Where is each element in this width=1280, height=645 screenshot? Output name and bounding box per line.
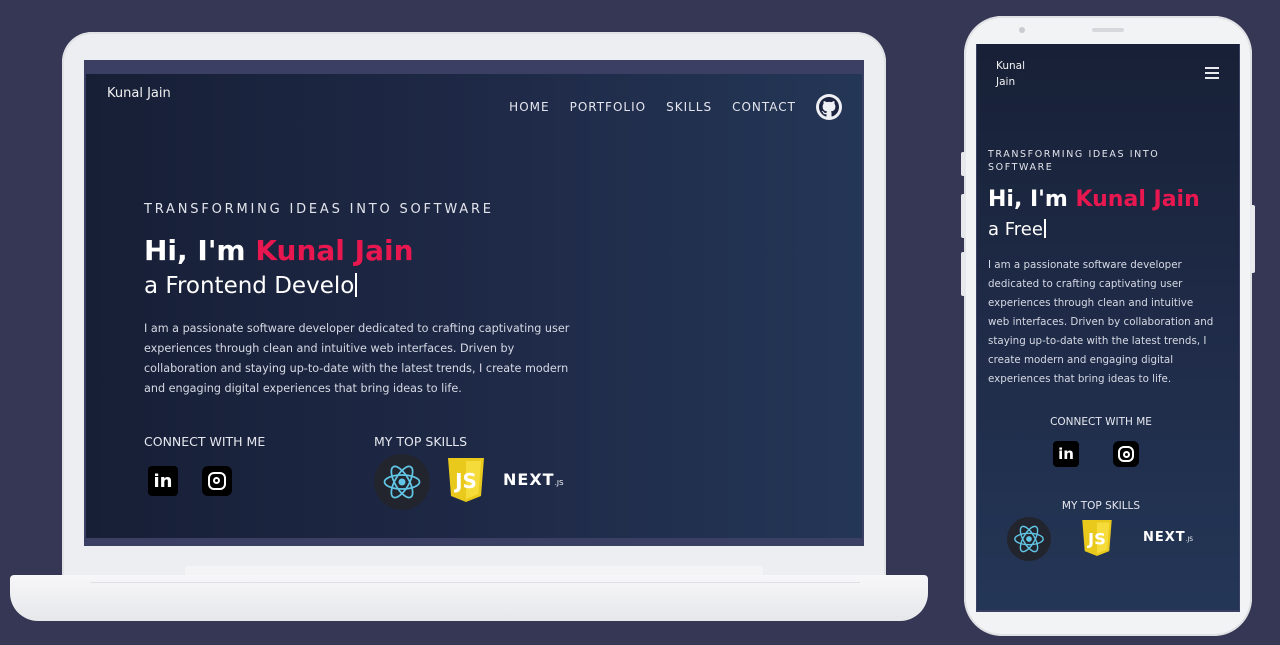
phone-speaker bbox=[1092, 28, 1124, 32]
nextjs-icon: NEXT.JS bbox=[1143, 530, 1193, 545]
typewriter-text: a Frontend Develo bbox=[144, 273, 358, 299]
skills-heading: MY TOP SKILLS bbox=[1061, 500, 1141, 512]
hero-description: I am a passionate software developer ded… bbox=[144, 322, 570, 395]
hero-name: Kunal Jain bbox=[1075, 187, 1200, 212]
phone-camera bbox=[1019, 27, 1025, 33]
javascript-icon: JS bbox=[444, 458, 488, 506]
hero-tagline: TRANSFORMING IDEAS INTO SOFTWARE bbox=[988, 149, 1160, 173]
hero-description: I am a passionate software developer ded… bbox=[988, 259, 1214, 385]
greeting-text: Hi, I'm bbox=[144, 234, 256, 267]
linkedin-icon[interactable]: in bbox=[1053, 441, 1079, 467]
nav-skills[interactable]: SKILLS bbox=[666, 100, 712, 114]
github-icon[interactable] bbox=[816, 94, 842, 120]
next-logo-suffix: .JS bbox=[554, 478, 564, 487]
brand-logo[interactable]: Kunal Jain bbox=[996, 58, 1036, 90]
main-nav: HOME PORTFOLIO SKILLS CONTACT bbox=[509, 94, 842, 120]
brand-logo[interactable]: Kunal Jain bbox=[107, 86, 171, 101]
laptop-website: Kunal Jain HOME PORTFOLIO SKILLS CONTACT… bbox=[86, 74, 862, 538]
react-icon bbox=[374, 454, 430, 510]
connect-heading: CONNECT WITH ME bbox=[1050, 416, 1152, 428]
nextjs-icon: NEXT.JS bbox=[503, 470, 564, 489]
next-logo-text: NEXT bbox=[1143, 530, 1186, 545]
typed-role: a Frontend Develo bbox=[144, 273, 355, 299]
hero-name: Kunal Jain bbox=[255, 234, 414, 267]
typing-caret bbox=[1043, 219, 1046, 238]
phone-volume-button bbox=[961, 194, 966, 238]
instagram-icon[interactable] bbox=[1113, 441, 1139, 467]
react-icon bbox=[1007, 517, 1051, 561]
js-logo-text: JS bbox=[1087, 530, 1106, 549]
greeting-text: Hi, I'm bbox=[988, 187, 1076, 212]
next-logo-text: NEXT bbox=[503, 470, 555, 489]
js-logo-text: JS bbox=[453, 469, 477, 493]
next-logo-suffix: .JS bbox=[1185, 537, 1193, 543]
connect-heading: CONNECT WITH ME bbox=[144, 434, 266, 449]
skills-heading: MY TOP SKILLS bbox=[374, 434, 468, 449]
javascript-icon: JS bbox=[1080, 520, 1114, 560]
hero-greeting: Hi, I'm Kunal Jain bbox=[144, 234, 414, 267]
phone-volume-button bbox=[961, 252, 966, 296]
instagram-icon[interactable] bbox=[202, 466, 232, 496]
nav-portfolio[interactable]: PORTFOLIO bbox=[570, 100, 647, 114]
typed-role: a Free bbox=[988, 219, 1043, 240]
phone-power-button bbox=[1250, 205, 1255, 273]
typewriter-text: a Free bbox=[988, 219, 1046, 240]
linkedin-icon[interactable]: in bbox=[148, 466, 178, 496]
phone-volume-button bbox=[961, 152, 966, 176]
hero-greeting: Hi, I'm Kunal Jain bbox=[988, 187, 1200, 212]
hamburger-menu-icon[interactable] bbox=[1205, 67, 1219, 82]
hero-tagline: TRANSFORMING IDEAS INTO SOFTWARE bbox=[144, 202, 494, 217]
phone-website: Kunal Jain TRANSFORMING IDEAS INTO SOFTW… bbox=[977, 44, 1239, 610]
instagram-glyph bbox=[1118, 446, 1134, 462]
instagram-glyph bbox=[208, 472, 226, 490]
laptop-keyboard-edge bbox=[90, 582, 860, 597]
typing-caret bbox=[355, 273, 358, 297]
nav-contact[interactable]: CONTACT bbox=[732, 100, 796, 114]
nav-home[interactable]: HOME bbox=[509, 100, 549, 114]
